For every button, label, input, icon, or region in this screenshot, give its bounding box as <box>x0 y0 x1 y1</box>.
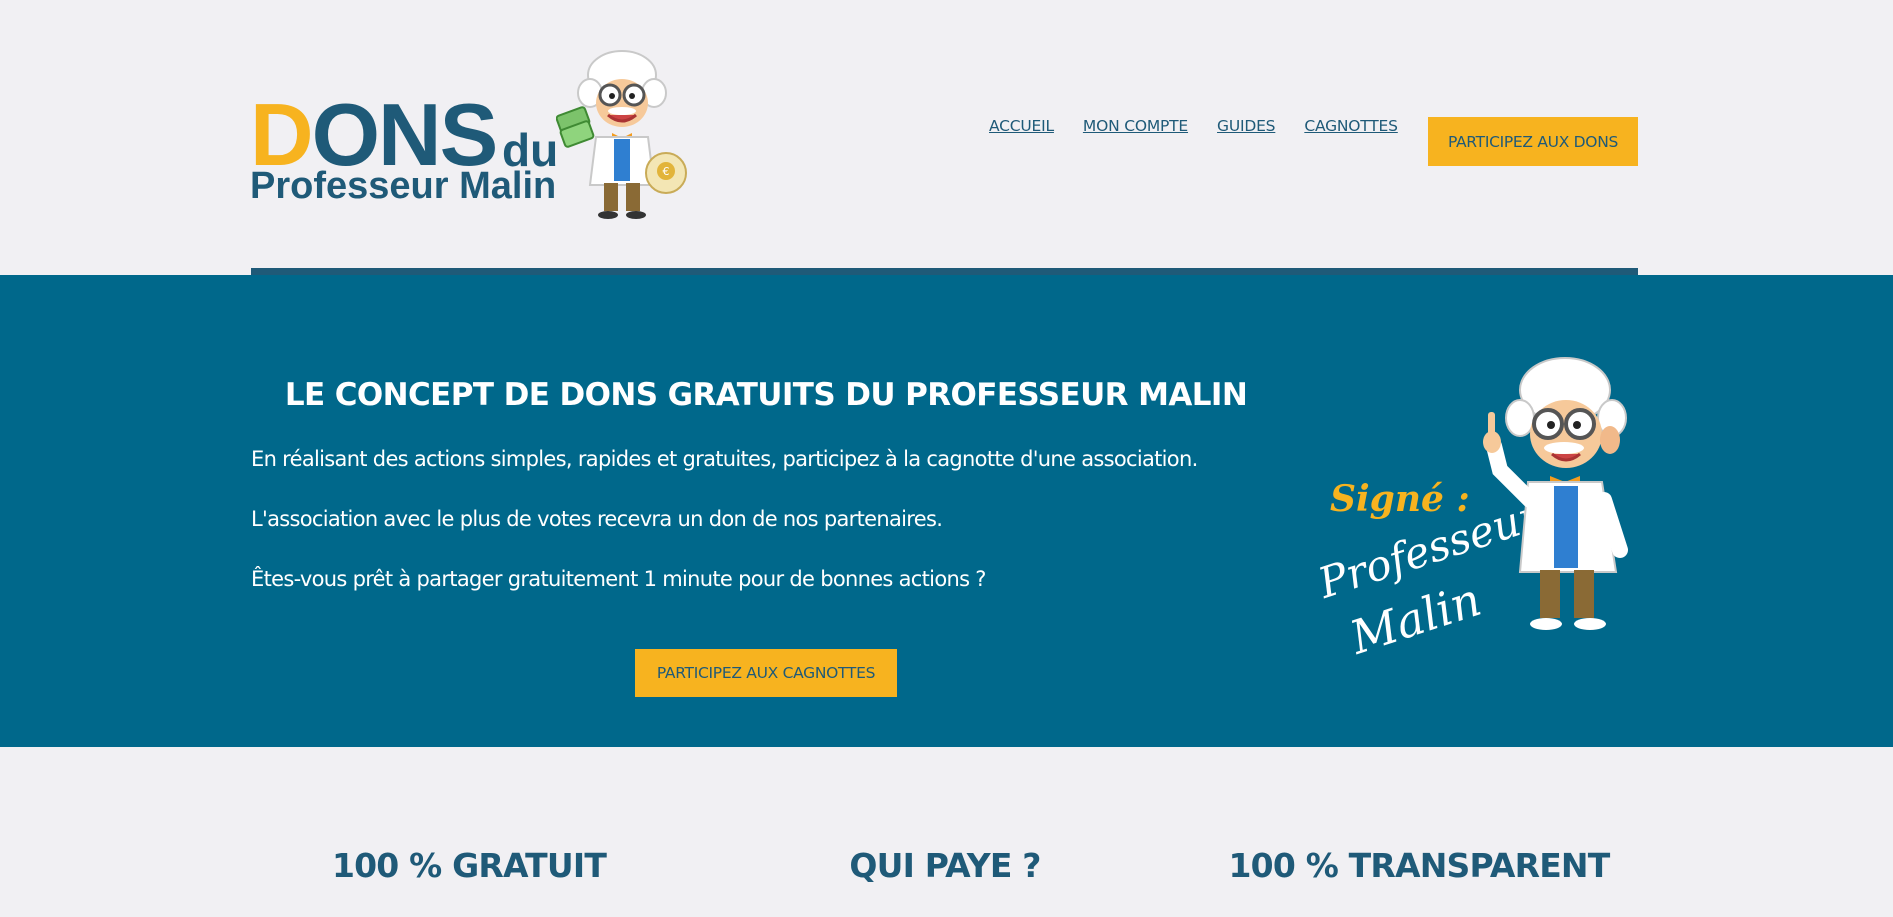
hero-paragraph: L'association avec le plus de votes rece… <box>251 507 943 531</box>
hero-paragraph: Êtes-vous prêt à partager gratuitement 1… <box>251 567 986 591</box>
hero-title: LE CONCEPT DE DONS GRATUITS DU PROFESSEU… <box>284 377 1248 413</box>
site-header: DONS du Professeur Malin € ACCUEIL MON C… <box>0 0 1893 275</box>
professor-mascot-pointing-icon <box>1483 357 1628 630</box>
nav-item-cagnottes[interactable]: CAGNOTTES <box>1304 117 1398 135</box>
header-divider <box>251 268 1638 275</box>
professor-signature: Signé : Professeur Malin <box>1310 350 1640 665</box>
participate-donations-button[interactable]: PARTICIPEZ AUX DONS <box>1428 117 1638 166</box>
hero-paragraph: En réalisant des actions simples, rapide… <box>251 447 1198 471</box>
site-logo[interactable]: DONS du Professeur Malin € <box>250 45 690 225</box>
signature-signed-label: Signé : <box>1330 478 1470 520</box>
nav-item-guides[interactable]: GUIDES <box>1217 117 1275 135</box>
nav-item-accueil[interactable]: ACCUEIL <box>989 117 1054 135</box>
nav-item-mon-compte[interactable]: MON COMPTE <box>1083 117 1188 135</box>
professor-mascot-with-money-icon: € <box>556 50 687 219</box>
logo-subtitle: Professeur Malin <box>250 165 557 207</box>
feature-title: 100 % GRATUIT <box>331 846 607 885</box>
feature-title: 100 % TRANSPARENT <box>1228 846 1611 885</box>
feature-title: QUI PAYE ? <box>849 846 1041 885</box>
hero-section: LE CONCEPT DE DONS GRATUITS DU PROFESSEU… <box>0 275 1893 747</box>
participate-cagnottes-button[interactable]: PARTICIPEZ AUX CAGNOTTES <box>635 649 897 697</box>
main-nav: ACCUEIL MON COMPTE GUIDES CAGNOTTES <box>989 117 1427 135</box>
svg-text:€: € <box>663 165 670 178</box>
